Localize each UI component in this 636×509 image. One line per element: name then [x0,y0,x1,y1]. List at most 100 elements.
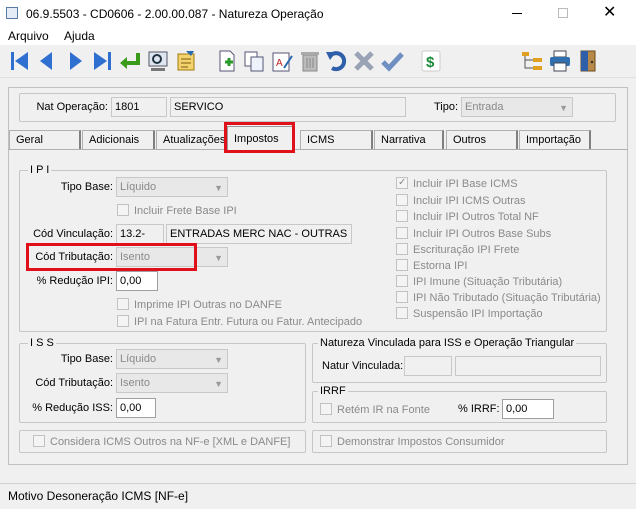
chevron-down-icon: ▼ [214,253,223,263]
ipi-tipo-base-value: Líquido [120,181,157,193]
checkbox-box [396,194,408,206]
undo-icon[interactable] [324,48,348,74]
nat-operacao-description[interactable]: SERVICO [170,97,406,117]
ipi-check-outros-base-subs[interactable]: Incluir IPI Outros Base Subs [396,227,551,241]
search-icon[interactable] [146,48,170,74]
report-icon[interactable] [174,48,198,74]
ipi-check-label: Incluir IPI Base ICMS [413,178,518,190]
dollar-icon[interactable]: $ [419,48,443,74]
ipi-check-outros-total-nf[interactable]: Incluir IPI Outros Total NF [396,210,539,224]
tab-icms[interactable]: ICMS [300,130,373,149]
checkbox-box [396,259,408,271]
ipi-check-escrituracao-frete[interactable]: Escrituração IPI Frete [396,243,519,257]
chevron-down-icon: ▼ [214,183,223,193]
exit-door-icon[interactable] [576,48,600,74]
iss-reducao-input[interactable]: 0,00 [116,398,156,418]
status-text: Motivo Desoneração ICMS [NF-e] [8,489,189,503]
menu-ajuda[interactable]: Ajuda [64,29,95,43]
copy-record-icon[interactable] [242,48,266,74]
demonstrar-impostos-checkbox[interactable]: Demonstrar Impostos Consumidor [320,435,505,449]
tab-adicionais[interactable]: Adicionais [82,130,155,149]
tab-narrativa[interactable]: Narrativa [374,130,444,149]
checkbox-box [396,243,408,255]
go-to-icon[interactable] [118,48,142,74]
ipi-check-incluir-base-icms[interactable]: Incluir IPI Base ICMS [396,176,518,191]
ipi-check-estorna[interactable]: Estorna IPI [396,259,467,273]
ipi-cod-vinculacao-label: Cód Vinculação: [33,228,113,240]
tab-geral[interactable]: Geral [9,130,81,149]
retem-ir-label: Retém IR na Fonte [337,404,430,416]
next-record-icon[interactable] [63,48,87,74]
highlight-cod-tributacao [26,243,197,271]
ipi-fatura-checkbox[interactable]: IPI na Fatura Entr. Futura ou Fatur. Ant… [117,315,362,329]
app-icon [6,7,18,19]
ipi-check-label: Escrituração IPI Frete [413,244,520,256]
ipi-reducao-input[interactable]: 0,00 [116,271,158,291]
print-icon[interactable] [548,48,572,74]
last-record-icon[interactable] [90,48,114,74]
delete-record-icon[interactable] [298,48,322,74]
checkbox-box [396,275,408,287]
cancel-icon[interactable] [352,48,376,74]
ipi-check-imune[interactable]: IPI Imune (Situação Tributária) [396,275,562,289]
checkbox-box [117,298,129,310]
tab-strip-line [8,149,628,150]
natur-vinculada-label: Natur Vinculada: [322,360,404,372]
save-check-icon[interactable] [380,48,404,74]
chevron-down-icon: ▼ [214,379,223,389]
svg-text:A: A [276,58,283,69]
window-title: 06.9.5503 - CD0606 - 2.00.00.087 - Natur… [26,7,324,21]
ipi-cod-vinculacao-input[interactable]: 13.2- [116,224,164,244]
minimize-icon[interactable] [512,13,522,14]
first-record-icon[interactable] [8,48,32,74]
ipi-reducao-label: % Redução IPI: [36,275,113,287]
checkbox-box [396,291,408,303]
edit-record-icon[interactable]: A [270,48,294,74]
ipi-cod-vinculacao-description[interactable]: ENTRADAS MERC NAC - OUTRAS [166,224,352,244]
natur-vinculada-description[interactable] [455,356,601,376]
checkbox-box [320,403,332,415]
tab-importacao[interactable]: Importação [519,130,591,149]
iss-tipo-base-label: Tipo Base: [60,353,113,365]
retem-ir-checkbox[interactable]: Retém IR na Fonte [320,403,430,417]
previous-record-icon[interactable] [35,48,59,74]
tab-outros[interactable]: Outros [446,130,518,149]
close-icon[interactable]: ✕ [603,2,616,22]
checkbox-box-checked [396,176,408,189]
considera-icms-label: Considera ICMS Outros na NF-e [XML e DAN… [50,436,291,448]
irrf-title: IRRF [318,385,348,397]
tipo-label: Tipo: [434,101,459,113]
natur-vinculada-code[interactable] [404,356,452,376]
ipi-check-icms-outras[interactable]: Incluir IPI ICMS Outras [396,194,525,208]
irrf-perc-input[interactable]: 0,00 [502,399,554,419]
ipi-check-suspensao-importacao[interactable]: Suspensão IPI Importação [396,307,543,321]
tipo-value: Entrada [465,101,504,113]
ipi-check-label: Estorna IPI [413,260,468,272]
menu-arquivo[interactable]: Arquivo [8,29,49,43]
nat-operacao-code[interactable]: 1801 [111,97,167,117]
maximize-icon[interactable] [558,8,568,18]
ipi-group-title: I P I [28,164,52,176]
checkbox-box [117,204,129,216]
ipi-frete-checkbox[interactable]: Incluir Frete Base IPI [117,204,237,218]
ipi-tipo-base-label: Tipo Base: [60,181,113,193]
chevron-down-icon: ▼ [559,103,568,113]
ipi-check-label: Incluir IPI Outros Total NF [413,211,539,223]
tree-structure-icon[interactable] [520,48,544,74]
ipi-check-label: IPI Imune (Situação Tributária) [413,276,563,288]
iss-cod-tributacao-label: Cód Tributação: [35,377,113,389]
ipi-check-label: Incluir IPI Outros Base Subs [413,228,552,240]
ipi-tipo-base-select[interactable]: Líquido ▼ [116,177,228,197]
considera-icms-checkbox[interactable]: Considera ICMS Outros na NF-e [XML e DAN… [33,435,290,449]
ipi-frete-label: Incluir Frete Base IPI [134,205,237,217]
ipi-imprime-checkbox[interactable]: Imprime IPI Outras no DANFE [117,298,282,312]
iss-tipo-base-select[interactable]: Líquido ▼ [116,349,228,369]
iss-group-title: I S S [28,337,56,349]
tab-atualizacoes[interactable]: Atualizações [156,130,226,149]
iss-cod-tributacao-select[interactable]: Isento ▼ [116,373,228,393]
new-record-icon[interactable] [215,48,239,74]
checkbox-box [33,435,45,447]
iss-cod-tributacao-value: Isento [120,377,150,389]
tipo-select[interactable]: Entrada ▼ [461,97,573,117]
ipi-check-nao-tributado[interactable]: IPI Não Tributado (Situação Tributária) [396,291,601,305]
